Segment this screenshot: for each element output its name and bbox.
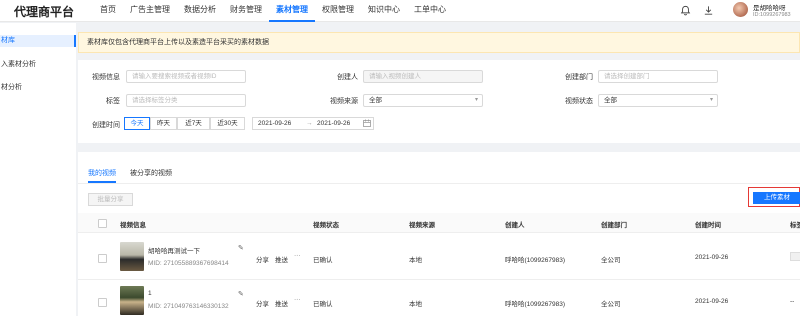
video-title[interactable]: 胡哈哈再测试一下 — [148, 245, 200, 255]
main-nav: 首页 广告主管理 数据分析 财务管理 素材管理 权限管理 知识中心 工单中心 — [93, 0, 453, 22]
select-all-checkbox[interactable] — [98, 219, 107, 228]
nav-permission[interactable]: 权限管理 — [315, 0, 361, 22]
bell-icon[interactable] — [680, 5, 691, 16]
date-start: 2021-09-26 — [258, 120, 292, 127]
user-id: ID:1099267983 — [753, 12, 791, 18]
sidebar-item-material-analysis[interactable]: 材分析 — [0, 82, 76, 94]
source-select[interactable]: 全部 ▾ — [363, 94, 483, 107]
video-title[interactable]: 1 — [148, 290, 152, 297]
upload-material-button[interactable]: 上传素材 — [753, 192, 800, 204]
video-mid: MID: 271055889367698414 — [148, 260, 229, 267]
row-checkbox[interactable] — [98, 254, 107, 263]
nav-ticket[interactable]: 工单中心 — [407, 0, 453, 22]
app-title: 代理商平台 — [14, 5, 75, 19]
nav-material[interactable]: 素材管理 — [269, 0, 315, 22]
video-department: 全公司 — [601, 257, 621, 264]
date-range-picker[interactable]: 2021-09-26 → 2021-09-26 — [252, 117, 374, 130]
col-department: 创建部门 — [601, 222, 627, 229]
col-tags: 标签 — [790, 222, 800, 229]
batch-share-button[interactable]: 批量分享 — [88, 193, 133, 206]
sidebar: 材库 入素材分析 材分析 — [0, 23, 76, 316]
status-select[interactable]: 全部 ▾ — [598, 94, 718, 107]
col-created-time: 创建时间 — [695, 222, 721, 229]
chevron-down-icon: ▾ — [709, 97, 713, 103]
video-mid: MID: 271049763146330132 — [148, 303, 229, 310]
more-icon[interactable]: ··· — [294, 252, 301, 259]
video-creator: 呼哈哈(1099267983) — [505, 301, 565, 308]
department-label: 创建部门 — [565, 74, 593, 81]
video-department: 全公司 — [601, 301, 621, 308]
nav-home[interactable]: 首页 — [93, 0, 123, 22]
nav-knowledge[interactable]: 知识中心 — [361, 0, 407, 22]
source-value: 全部 — [369, 97, 382, 104]
col-source: 视频来源 — [409, 222, 435, 229]
tab-shared-videos[interactable]: 被分享的视频 — [130, 168, 172, 178]
status-label: 视频状态 — [565, 98, 593, 105]
department-select[interactable]: 请选择创建部门 — [598, 70, 718, 83]
video-info-input[interactable]: 请输入要搜索视频或者视频ID — [126, 70, 246, 83]
time-30days-button[interactable]: 近30天 — [210, 117, 245, 130]
tab-my-videos[interactable]: 我的视频 — [88, 168, 116, 178]
row-divider — [78, 279, 800, 280]
edit-icon[interactable]: ✎ — [238, 244, 244, 252]
edit-icon[interactable]: ✎ — [238, 290, 244, 298]
push-link[interactable]: 推送 — [275, 254, 288, 264]
nav-finance[interactable]: 财务管理 — [223, 0, 269, 22]
video-info-label: 视频信息 — [92, 74, 120, 81]
video-list-panel — [78, 152, 800, 316]
video-creator: 呼哈哈(1099267983) — [505, 257, 565, 264]
video-thumbnail[interactable] — [120, 242, 144, 271]
col-status: 视频状态 — [313, 222, 339, 229]
date-end: 2021-09-26 — [317, 120, 351, 127]
video-status: 已确认 — [313, 301, 333, 308]
share-link[interactable]: 分享 — [256, 298, 269, 308]
more-icon[interactable]: ··· — [294, 296, 301, 303]
download-icon[interactable] — [703, 5, 714, 16]
source-label: 视频来源 — [330, 98, 358, 105]
video-thumbnail[interactable] — [120, 286, 144, 315]
notice-banner: 素材库仅包含代理商平台上传以及素造平台采买的素材数据 — [78, 32, 800, 53]
table-header — [78, 213, 800, 233]
time-yesterday-button[interactable]: 昨天 — [150, 117, 177, 130]
sidebar-item-import-analysis[interactable]: 入素材分析 — [0, 59, 76, 71]
creator-label: 创建人 — [337, 74, 358, 81]
status-value: 全部 — [604, 97, 617, 104]
tags-select[interactable]: 请选择标签分类 — [126, 94, 246, 107]
calendar-icon — [363, 119, 371, 131]
creator-input[interactable]: 请输入视频创建人 — [363, 70, 483, 83]
user-name[interactable]: 是胡哈哈呀 — [753, 2, 786, 12]
time-today-button[interactable]: 今天 — [124, 117, 150, 130]
nav-data-analysis[interactable]: 数据分析 — [177, 0, 223, 22]
push-link[interactable]: 推送 — [275, 298, 288, 308]
upload-highlight: 上传素材 — [748, 187, 800, 207]
col-creator: 创建人 — [505, 222, 525, 229]
time-label: 创建时间 — [92, 122, 120, 129]
chevron-down-icon: ▾ — [474, 97, 478, 103]
video-created: 2021-09-26 — [695, 298, 729, 305]
top-navbar: 代理商平台 首页 广告主管理 数据分析 财务管理 素材管理 权限管理 知识中心 … — [0, 0, 800, 22]
video-source: 本地 — [409, 301, 422, 308]
arrow-right-icon: → — [306, 120, 313, 127]
avatar[interactable] — [733, 2, 748, 17]
sidebar-item-library[interactable]: 材库 — [0, 35, 76, 47]
video-status: 已确认 — [313, 257, 333, 264]
divider — [78, 183, 800, 184]
tag-badge — [790, 252, 800, 261]
video-source: 本地 — [409, 257, 422, 264]
tags-label: 标签 — [106, 98, 120, 105]
time-7days-button[interactable]: 近7天 — [177, 117, 210, 130]
col-video-info: 视频信息 — [120, 222, 146, 229]
nav-advertiser[interactable]: 广告主管理 — [123, 0, 177, 22]
row-checkbox[interactable] — [98, 298, 107, 307]
video-created: 2021-09-26 — [695, 254, 729, 261]
share-link[interactable]: 分享 — [256, 254, 269, 264]
video-tag: -- — [790, 298, 795, 305]
